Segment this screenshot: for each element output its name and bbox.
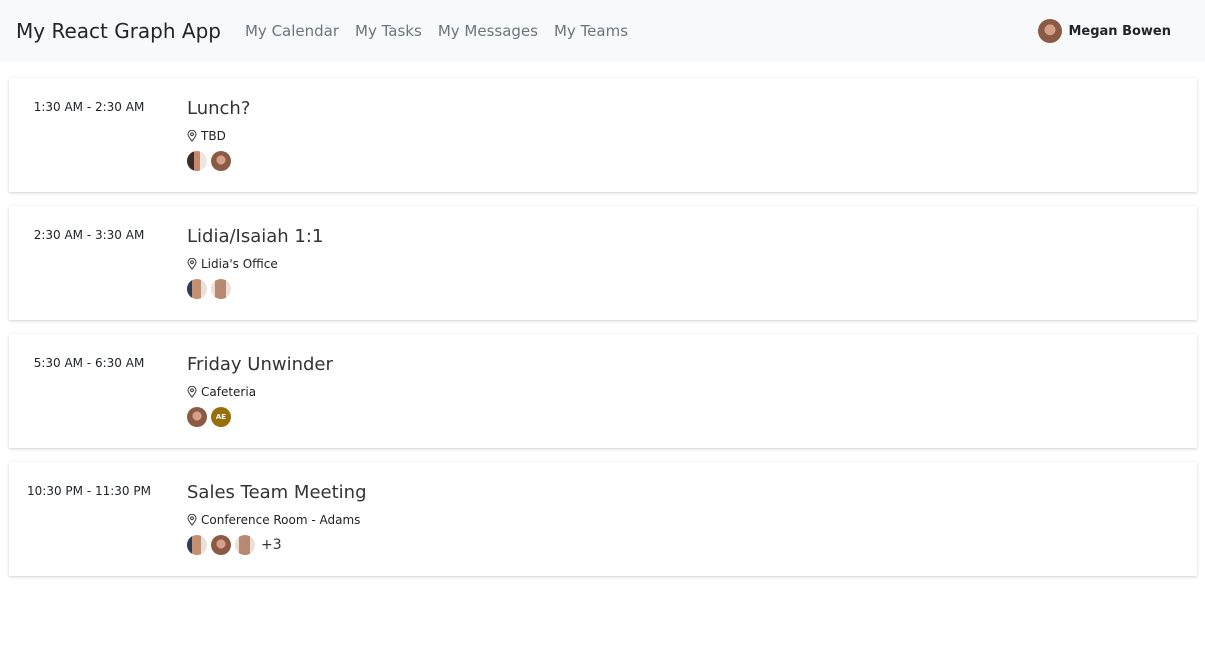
nav-link-teams[interactable]: My Teams bbox=[554, 22, 628, 40]
attendee-avatar[interactable] bbox=[187, 407, 207, 427]
event-location: Conference Room - Adams bbox=[187, 513, 367, 527]
location-pin-icon bbox=[187, 514, 197, 526]
event-time: 1:30 AM - 2:30 AM bbox=[33, 100, 145, 114]
event-subject: Lunch? bbox=[187, 98, 251, 119]
app-brand[interactable]: My React Graph App bbox=[16, 19, 221, 43]
attendee-list: +3 bbox=[187, 535, 367, 555]
event-card[interactable]: 10:30 PM - 11:30 PM Sales Team Meeting C… bbox=[9, 462, 1197, 576]
attendee-initials-avatar[interactable]: AE bbox=[211, 407, 231, 427]
nav-links: My Calendar My Tasks My Messages My Team… bbox=[245, 22, 644, 40]
attendee-avatar[interactable] bbox=[211, 535, 231, 555]
event-card[interactable]: 2:30 AM - 3:30 AM Lidia/Isaiah 1:1 Lidia… bbox=[9, 206, 1197, 320]
user-name: Megan Bowen bbox=[1068, 23, 1171, 39]
attendee-avatar[interactable] bbox=[187, 535, 207, 555]
location-pin-icon bbox=[187, 130, 197, 142]
event-location-label: Lidia's Office bbox=[201, 257, 278, 271]
attendee-list: AE bbox=[187, 407, 333, 427]
attendee-list bbox=[187, 279, 323, 299]
events-list: 1:30 AM - 2:30 AM Lunch? TBD 2:30 AM - 3… bbox=[0, 62, 1205, 576]
event-location-label: TBD bbox=[201, 129, 226, 143]
attendee-avatar[interactable] bbox=[235, 535, 255, 555]
event-subject: Friday Unwinder bbox=[187, 354, 333, 375]
more-attendees-count[interactable]: +3 bbox=[261, 537, 282, 553]
event-time: 10:30 PM - 11:30 PM bbox=[27, 484, 151, 498]
user-avatar bbox=[1038, 19, 1063, 43]
top-navbar: My React Graph App My Calendar My Tasks … bbox=[0, 0, 1205, 62]
location-pin-icon bbox=[187, 386, 197, 398]
user-menu[interactable]: Megan Bowen bbox=[1038, 19, 1171, 43]
nav-link-calendar[interactable]: My Calendar bbox=[245, 22, 339, 40]
event-location-label: Conference Room - Adams bbox=[201, 513, 361, 527]
event-subject: Lidia/Isaiah 1:1 bbox=[187, 226, 324, 247]
attendee-avatar[interactable] bbox=[211, 151, 231, 171]
location-pin-icon bbox=[187, 258, 197, 270]
event-subject: Sales Team Meeting bbox=[187, 482, 367, 503]
event-location: Cafeteria bbox=[187, 385, 333, 399]
event-card[interactable]: 1:30 AM - 2:30 AM Lunch? TBD bbox=[9, 78, 1197, 192]
nav-link-tasks[interactable]: My Tasks bbox=[355, 22, 422, 40]
event-card[interactable]: 5:30 AM - 6:30 AM Friday Unwinder Cafete… bbox=[9, 334, 1197, 448]
event-time: 5:30 AM - 6:30 AM bbox=[33, 356, 145, 370]
event-location: TBD bbox=[187, 129, 250, 143]
attendee-avatar[interactable] bbox=[211, 279, 231, 299]
attendee-avatar[interactable] bbox=[187, 151, 207, 171]
nav-link-messages[interactable]: My Messages bbox=[438, 22, 538, 40]
attendee-avatar[interactable] bbox=[187, 279, 207, 299]
attendee-list bbox=[187, 151, 250, 171]
event-time: 2:30 AM - 3:30 AM bbox=[33, 228, 145, 242]
event-location-label: Cafeteria bbox=[201, 385, 257, 399]
event-location: Lidia's Office bbox=[187, 257, 323, 271]
